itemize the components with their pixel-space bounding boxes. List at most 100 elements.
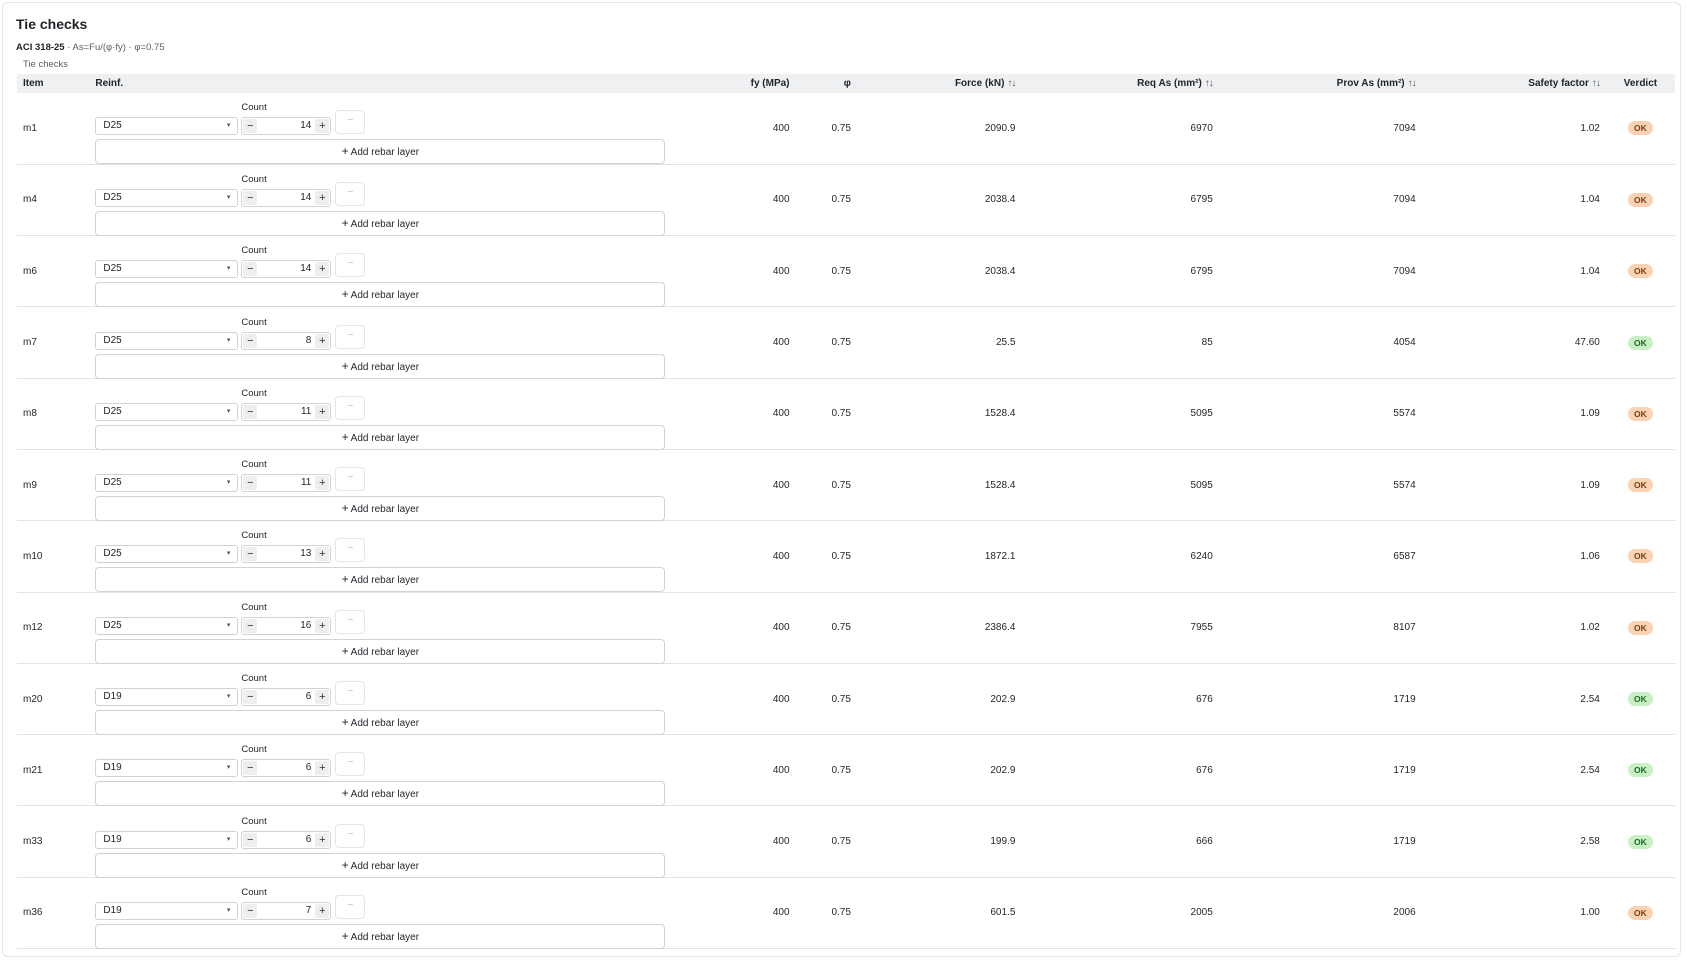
count-value[interactable]: 8 bbox=[306, 333, 312, 349]
bar-size-value: D25 bbox=[103, 548, 122, 560]
count-value[interactable]: 6 bbox=[306, 689, 312, 705]
col-req-as[interactable]: Req As (mm²) ↑↓ bbox=[1021, 74, 1218, 93]
increment-button[interactable]: + bbox=[315, 547, 330, 562]
decrement-button[interactable]: − bbox=[243, 618, 258, 633]
add-rebar-layer-button[interactable]: + Add rebar layer bbox=[95, 282, 666, 308]
count-stepper[interactable]: − 6 + bbox=[241, 688, 332, 707]
increment-button[interactable]: + bbox=[315, 903, 330, 918]
increment-button[interactable]: + bbox=[315, 832, 330, 847]
decrement-button[interactable]: − bbox=[243, 903, 258, 918]
bar-size-select[interactable]: D25 ▾ bbox=[95, 474, 239, 493]
decrement-button[interactable]: − bbox=[243, 333, 258, 348]
remove-layer-button[interactable]: − bbox=[335, 823, 366, 848]
decrement-button[interactable]: − bbox=[243, 404, 258, 419]
add-rebar-layer-button[interactable]: + Add rebar layer bbox=[95, 567, 666, 593]
bar-size-select[interactable]: D19 ▾ bbox=[95, 830, 239, 849]
add-rebar-layer-button[interactable]: + Add rebar layer bbox=[95, 638, 666, 664]
phi-value: 0.75 bbox=[831, 337, 851, 349]
count-stepper[interactable]: − 14 + bbox=[241, 260, 332, 279]
count-value[interactable]: 16 bbox=[300, 618, 311, 634]
count-value[interactable]: 14 bbox=[300, 261, 311, 277]
remove-layer-button[interactable]: − bbox=[335, 395, 366, 420]
add-rebar-layer-button[interactable]: + Add rebar layer bbox=[95, 852, 666, 878]
sort-icon[interactable]: ↑↓ bbox=[1408, 78, 1417, 89]
col-item: Item bbox=[23, 78, 44, 89]
count-value[interactable]: 14 bbox=[300, 118, 311, 134]
remove-layer-button[interactable]: − bbox=[335, 538, 366, 563]
increment-button[interactable]: + bbox=[315, 190, 330, 205]
increment-button[interactable]: + bbox=[315, 119, 330, 134]
increment-button[interactable]: + bbox=[315, 761, 330, 776]
remove-layer-button[interactable]: − bbox=[335, 253, 366, 278]
increment-button[interactable]: + bbox=[315, 262, 330, 277]
count-value[interactable]: 11 bbox=[301, 404, 311, 420]
col-force[interactable]: Force (kN) ↑↓ bbox=[857, 74, 1021, 93]
decrement-button[interactable]: − bbox=[243, 190, 258, 205]
remove-layer-button[interactable]: − bbox=[335, 467, 366, 492]
count-value[interactable]: 14 bbox=[300, 190, 311, 206]
count-stepper[interactable]: − 8 + bbox=[241, 331, 332, 350]
count-value[interactable]: 11 bbox=[301, 475, 311, 491]
increment-button[interactable]: + bbox=[315, 690, 330, 705]
bar-size-select[interactable]: D25 ▾ bbox=[95, 117, 239, 136]
remove-layer-button[interactable]: − bbox=[335, 681, 366, 706]
bar-size-value: D25 bbox=[103, 405, 122, 417]
count-stepper[interactable]: − 14 + bbox=[241, 188, 332, 207]
count-stepper[interactable]: − 6 + bbox=[241, 830, 332, 849]
bar-size-select[interactable]: D25 ▾ bbox=[95, 545, 239, 564]
count-value[interactable]: 6 bbox=[306, 832, 312, 848]
remove-layer-button[interactable]: − bbox=[335, 609, 366, 634]
bar-size-select[interactable]: D25 ▾ bbox=[95, 616, 239, 635]
count-stepper[interactable]: − 13 + bbox=[241, 545, 332, 564]
remove-layer-button[interactable]: − bbox=[335, 324, 366, 349]
bar-size-select[interactable]: D25 ▾ bbox=[95, 260, 239, 279]
decrement-button[interactable]: − bbox=[243, 547, 258, 562]
count-stepper[interactable]: − 7 + bbox=[241, 901, 332, 920]
remove-layer-button[interactable]: − bbox=[335, 752, 366, 777]
remove-layer-button[interactable]: − bbox=[335, 181, 366, 206]
count-stepper[interactable]: − 14 + bbox=[241, 117, 332, 136]
plus-icon: + bbox=[341, 572, 349, 587]
bar-size-select[interactable]: D25 ▾ bbox=[95, 402, 239, 421]
add-rebar-layer-button[interactable]: + Add rebar layer bbox=[95, 424, 666, 450]
increment-button[interactable]: + bbox=[315, 618, 330, 633]
col-safety-factor[interactable]: Safety factor ↑↓ bbox=[1422, 74, 1606, 93]
increment-button[interactable]: + bbox=[315, 333, 330, 348]
fy-value: 400 bbox=[772, 337, 790, 349]
add-rebar-layer-button[interactable]: + Add rebar layer bbox=[95, 210, 666, 236]
add-rebar-layer-button[interactable]: + Add rebar layer bbox=[95, 496, 666, 522]
table-row: m33 Count D19 ▾ − 6 + − + Add rebar layer… bbox=[17, 806, 1675, 878]
bar-size-select[interactable]: D19 ▾ bbox=[95, 759, 239, 778]
decrement-button[interactable]: − bbox=[243, 476, 258, 491]
remove-layer-button[interactable]: − bbox=[335, 894, 366, 919]
decrement-button[interactable]: − bbox=[243, 761, 258, 776]
decrement-button[interactable]: − bbox=[243, 119, 258, 134]
count-stepper[interactable]: − 16 + bbox=[241, 616, 332, 635]
bar-size-select[interactable]: D19 ▾ bbox=[95, 901, 239, 920]
bar-size-select[interactable]: D25 ▾ bbox=[95, 188, 239, 207]
count-value[interactable]: 6 bbox=[306, 760, 312, 776]
sort-icon[interactable]: ↑↓ bbox=[1205, 78, 1214, 89]
bar-size-select[interactable]: D25 ▾ bbox=[95, 331, 239, 350]
add-layer-label: Add rebar layer bbox=[350, 931, 420, 943]
remove-layer-button[interactable]: − bbox=[335, 110, 366, 135]
decrement-button[interactable]: − bbox=[243, 262, 258, 277]
count-stepper[interactable]: − 11 + bbox=[241, 402, 332, 421]
sort-icon[interactable]: ↑↓ bbox=[1592, 78, 1601, 89]
decrement-button[interactable]: − bbox=[243, 690, 258, 705]
increment-button[interactable]: + bbox=[315, 404, 330, 419]
col-prov-as[interactable]: Prov As (mm²) ↑↓ bbox=[1219, 74, 1422, 93]
add-rebar-layer-button[interactable]: + Add rebar layer bbox=[95, 923, 666, 949]
count-stepper[interactable]: − 11 + bbox=[241, 474, 332, 493]
decrement-button[interactable]: − bbox=[243, 832, 258, 847]
add-rebar-layer-button[interactable]: + Add rebar layer bbox=[95, 710, 666, 736]
sort-icon[interactable]: ↑↓ bbox=[1007, 78, 1016, 89]
count-value[interactable]: 7 bbox=[306, 903, 312, 919]
add-rebar-layer-button[interactable]: + Add rebar layer bbox=[95, 781, 666, 807]
bar-size-select[interactable]: D19 ▾ bbox=[95, 688, 239, 707]
count-value[interactable]: 13 bbox=[300, 546, 311, 562]
count-stepper[interactable]: − 6 + bbox=[241, 759, 332, 778]
add-rebar-layer-button[interactable]: + Add rebar layer bbox=[95, 353, 666, 379]
add-rebar-layer-button[interactable]: + Add rebar layer bbox=[95, 139, 666, 165]
increment-button[interactable]: + bbox=[315, 476, 330, 491]
